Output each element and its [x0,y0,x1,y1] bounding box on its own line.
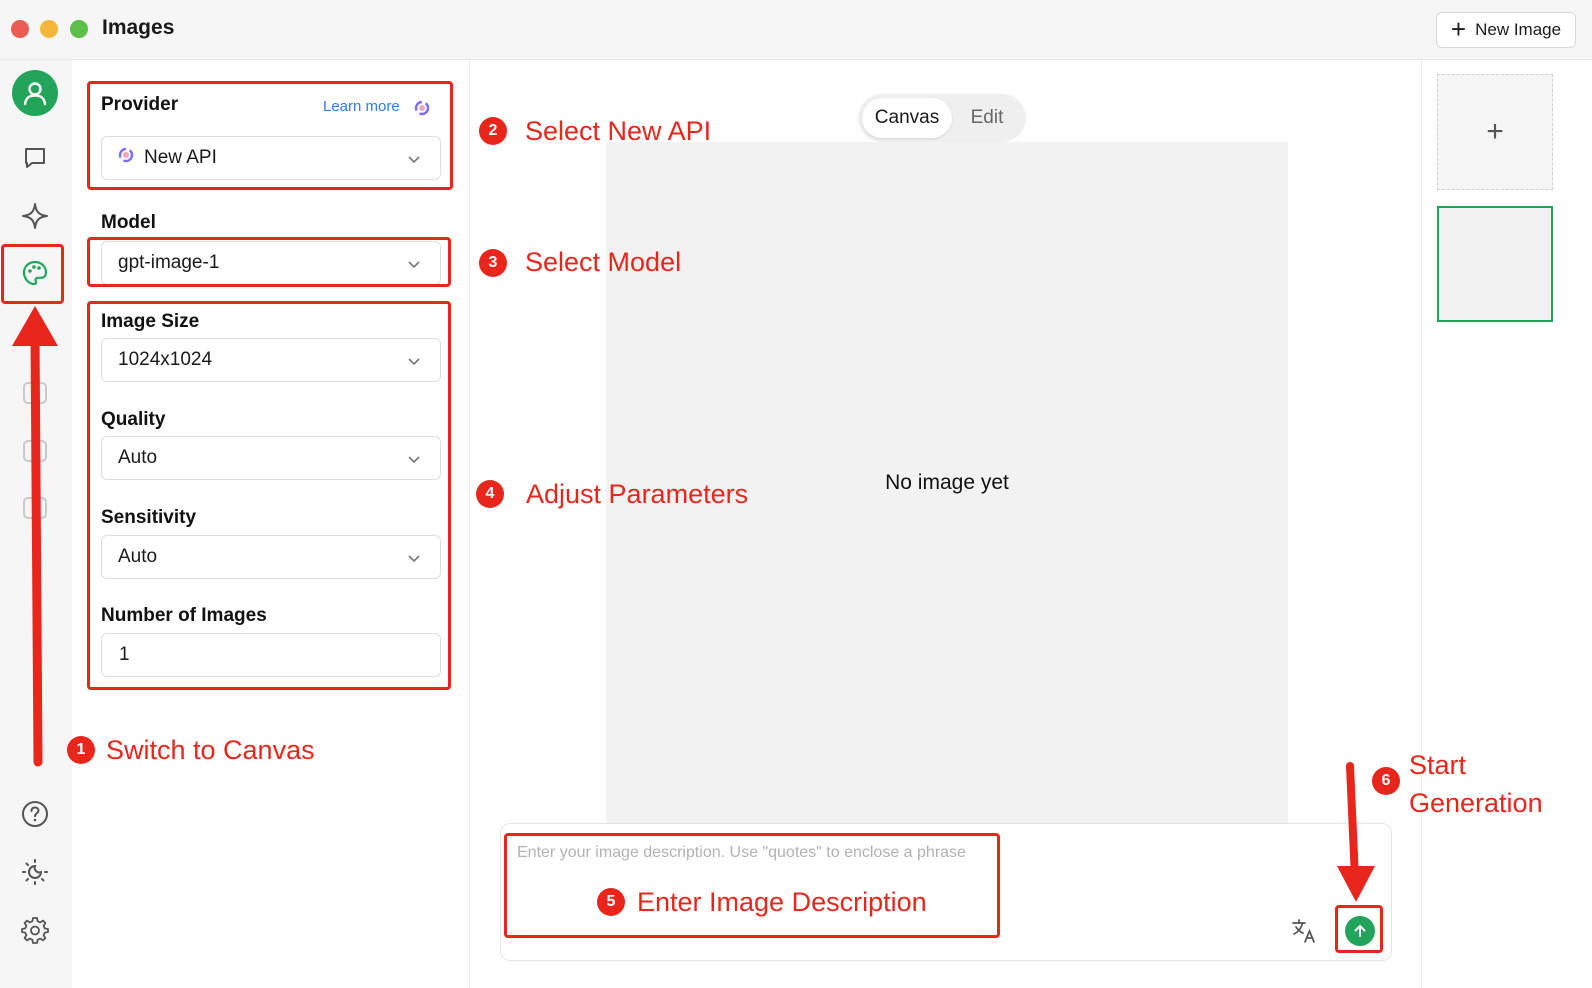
canvas-area: Canvas Edit No image yet [471,60,1421,988]
sparkle-icon[interactable] [17,198,53,234]
window-title: Images [102,16,175,39]
model-select[interactable]: gpt-image-1 [101,241,441,285]
tab-edit[interactable]: Edit [954,98,1020,138]
new-image-button[interactable]: + New Image [1436,12,1576,48]
step-6-badge: 6 [1372,767,1400,795]
new-api-logo-icon [118,147,134,169]
step-2-label: Select New API [525,116,712,146]
help-icon[interactable] [17,796,53,832]
step-6-label-line2: Generation [1409,788,1543,818]
close-window-button[interactable] [11,20,29,38]
chevron-down-icon [408,358,420,366]
palette-icon[interactable] [17,255,53,291]
model-value: gpt-image-1 [118,252,220,273]
provider-logo-icon [414,100,430,121]
model-label: Model [101,212,156,233]
hidden-nav-icon [23,382,47,404]
image-description-input[interactable] [517,840,1077,866]
history-column: + [1421,60,1592,988]
image-size-value: 1024x1024 [118,349,213,370]
arrow-up-icon [1354,925,1366,937]
plus-icon: + [1486,115,1504,148]
new-image-label: New Image [1475,20,1562,39]
image-thumbnail[interactable] [1437,206,1553,322]
provider-select[interactable]: New API [101,136,441,180]
step-2-badge: 2 [479,117,507,145]
sensitivity-select[interactable]: Auto [101,535,441,579]
step-3-badge: 3 [479,249,507,277]
chat-icon[interactable] [17,140,53,176]
theme-icon[interactable] [17,854,53,890]
step-4-badge: 4 [476,480,504,508]
step-1-badge: 1 [67,736,95,764]
provider-value: New API [144,147,217,168]
chevron-down-icon [408,156,420,164]
zoom-window-button[interactable] [70,20,88,38]
chevron-down-icon [408,261,420,269]
minimize-window-button[interactable] [40,20,58,38]
quality-select[interactable]: Auto [101,436,441,480]
canvas-edit-toggle: Canvas Edit [858,94,1026,142]
user-icon [23,82,47,106]
number-of-images-input[interactable]: 1 [101,633,441,677]
plus-icon: + [1450,13,1467,44]
sensitivity-value: Auto [118,546,158,567]
number-of-images-label: Number of Images [101,605,267,626]
step-5-label: Enter Image Description [637,887,927,917]
provider-label: Provider [101,94,179,115]
avatar[interactable] [12,70,58,116]
chevron-down-icon [408,555,420,563]
empty-state-text: No image yet [885,470,1009,494]
settings-icon[interactable] [17,912,53,948]
app-sidebar [0,60,72,988]
add-image-slot[interactable]: + [1437,74,1553,190]
step-6-label-line1: Start [1409,750,1467,780]
start-generation-button[interactable] [1345,916,1375,946]
translate-icon [1292,919,1315,943]
hidden-nav-icon [23,440,47,462]
image-size-label: Image Size [101,311,200,332]
parameters-panel: Provider Learn more New API Model gpt-im… [72,60,470,988]
quality-label: Quality [101,409,166,430]
hidden-nav-icon [23,497,47,519]
step-1-label: Switch to Canvas [106,735,315,765]
quality-value: Auto [118,447,158,468]
title-bar: Images + New Image [0,0,1592,60]
chevron-down-icon [408,456,420,464]
learn-more-link[interactable]: Learn more [323,98,400,115]
step-5-badge: 5 [597,888,625,916]
translate-button[interactable] [1290,916,1320,946]
step-3-label: Select Model [525,247,682,277]
tab-canvas[interactable]: Canvas [862,98,952,138]
image-size-select[interactable]: 1024x1024 [101,338,441,382]
step-4-label: Adjust Parameters [526,479,749,509]
sensitivity-label: Sensitivity [101,507,197,528]
prompt-box [500,823,1392,961]
